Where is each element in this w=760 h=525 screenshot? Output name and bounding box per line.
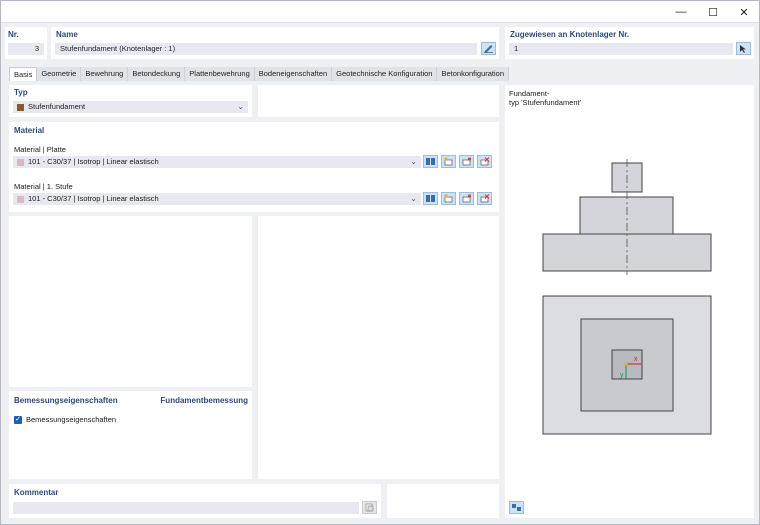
typ-value: Stufenfundament <box>28 102 86 111</box>
name-panel: Name Stufenfundament (Knotenlager : 1) <box>51 27 499 59</box>
dialog-window: — ☐ ✕ Nr. 3 Name Stufenfundament (Knoten… <box>0 0 760 525</box>
material-stufe-delete-button[interactable] <box>477 192 492 205</box>
typ-dropdown[interactable]: Stufenfundament ⌄ <box>13 101 248 113</box>
step-side <box>579 196 674 235</box>
minimize-glyph: — <box>675 6 687 18</box>
chevron-down-icon: ⌄ <box>410 157 417 166</box>
delete-material-icon <box>480 194 490 203</box>
material-label: Material <box>14 126 45 135</box>
material-stufe-value: 101 - C30/37 | Isotrop | Linear elastisc… <box>28 194 159 203</box>
typ-label: Typ <box>14 88 28 97</box>
tab-bewehrung[interactable]: Bewehrung <box>81 67 129 81</box>
axis-x-label: x <box>634 356 638 363</box>
close-glyph: ✕ <box>739 6 749 19</box>
foundation-design-label: Fundamentbemessung <box>160 396 248 405</box>
tab-betonkonfiguration[interactable]: Betonkonfiguration <box>437 67 510 81</box>
view-settings-icon <box>512 504 521 511</box>
nr-panel: Nr. 3 <box>5 27 47 59</box>
checkbox-checked-icon[interactable]: ✓ <box>14 416 22 425</box>
minimize-icon[interactable]: — <box>665 1 697 23</box>
preview-panel: Fundament- typ 'Stufenfundament' x y <box>505 85 754 518</box>
book-icon <box>426 158 435 165</box>
material-platte-label: Material | Platte <box>14 145 66 154</box>
material-stufe-dropdown[interactable]: 101 - C30/37 | Isotrop | Linear elastisc… <box>13 193 421 205</box>
new-material-icon <box>444 194 453 203</box>
tab-bodeneigenschaften[interactable]: Bodeneigenschaften <box>254 67 333 81</box>
empty-top-panel <box>258 85 499 117</box>
close-icon[interactable]: ✕ <box>728 1 760 23</box>
select-node-button[interactable] <box>736 42 751 55</box>
assigned-label: Zugewiesen an Knotenlager Nr. <box>510 30 630 39</box>
nr-label: Nr. <box>8 30 19 39</box>
tab-geometrie[interactable]: Geometrie <box>37 67 82 81</box>
cursor-select-icon <box>740 45 746 53</box>
maximize-icon[interactable]: ☐ <box>697 1 729 23</box>
edit-material-icon <box>462 194 472 203</box>
material-panel: Material Material | Platte 101 - C30/37 … <box>9 122 499 212</box>
edit-material-icon <box>462 157 472 166</box>
empty-bottom-panel <box>387 484 499 518</box>
comment-label: Kommentar <box>14 488 59 497</box>
comment-panel: Kommentar <box>9 484 381 518</box>
new-material-icon <box>444 157 453 166</box>
name-label: Name <box>56 30 78 39</box>
typ-color-swatch <box>17 103 24 111</box>
title-bar: — ☐ ✕ <box>1 1 759 23</box>
chevron-down-icon: ⌄ <box>410 194 417 203</box>
comment-field[interactable] <box>13 502 359 514</box>
material-stufe-swatch <box>17 195 24 203</box>
name-field[interactable]: Stufenfundament (Knotenlager : 1) <box>55 43 477 55</box>
nr-field[interactable]: 3 <box>8 43 44 55</box>
material-stufe-new-button[interactable] <box>441 192 456 205</box>
book-icon <box>426 195 435 202</box>
material-delete-button[interactable] <box>477 155 492 168</box>
axis-y-label: y <box>620 372 624 379</box>
material-new-button[interactable] <box>441 155 456 168</box>
material-platte-value: 101 - C30/37 | Isotrop | Linear elastisc… <box>28 157 159 166</box>
tab-bar: Basis Geometrie Bewehrung Betondeckung P… <box>9 67 510 81</box>
design-panel: Bemessungseigenschaften Fundamentbemessu… <box>9 391 252 479</box>
foundation-drawing: x y <box>542 159 712 435</box>
material-stufe-library-button[interactable] <box>423 192 438 205</box>
edit-name-button[interactable] <box>481 42 496 55</box>
assigned-panel: Zugewiesen an Knotenlager Nr. 1 <box>505 27 754 59</box>
material-stufe-edit-button[interactable] <box>459 192 474 205</box>
chevron-down-icon: ⌄ <box>237 102 244 111</box>
design-checkbox-label: Bemessungseigenschaften <box>26 415 117 424</box>
assigned-field[interactable]: 1 <box>509 43 733 55</box>
material-stufe-label: Material | 1. Stufe <box>14 182 73 191</box>
maximize-glyph: ☐ <box>708 6 718 19</box>
tab-basis[interactable]: Basis <box>9 67 38 81</box>
origin-point <box>624 362 628 366</box>
design-checkbox-row[interactable]: ✓ Bemessungseigenschaften <box>14 415 117 425</box>
material-library-button[interactable] <box>423 155 438 168</box>
design-label: Bemessungseigenschaften <box>14 396 118 405</box>
empty-middle-panel <box>258 216 499 479</box>
material-edit-button[interactable] <box>459 155 474 168</box>
material-platte-swatch <box>17 158 24 166</box>
typ-panel: Typ Stufenfundament ⌄ <box>9 85 252 117</box>
material-platte-dropdown[interactable]: 101 - C30/37 | Isotrop | Linear elastisc… <box>13 156 421 168</box>
comment-insert-button[interactable] <box>362 501 377 514</box>
pencil-icon <box>484 45 493 53</box>
tab-plattenbewehrung[interactable]: Plattenbewehrung <box>185 67 255 81</box>
paste-icon <box>365 503 374 512</box>
empty-left-panel <box>9 216 252 387</box>
tab-geotechnische-konfiguration[interactable]: Geotechnische Konfiguration <box>332 67 438 81</box>
delete-material-icon <box>480 157 490 166</box>
preview-options-button[interactable] <box>509 501 524 514</box>
tab-betondeckung[interactable]: Betondeckung <box>128 67 186 81</box>
